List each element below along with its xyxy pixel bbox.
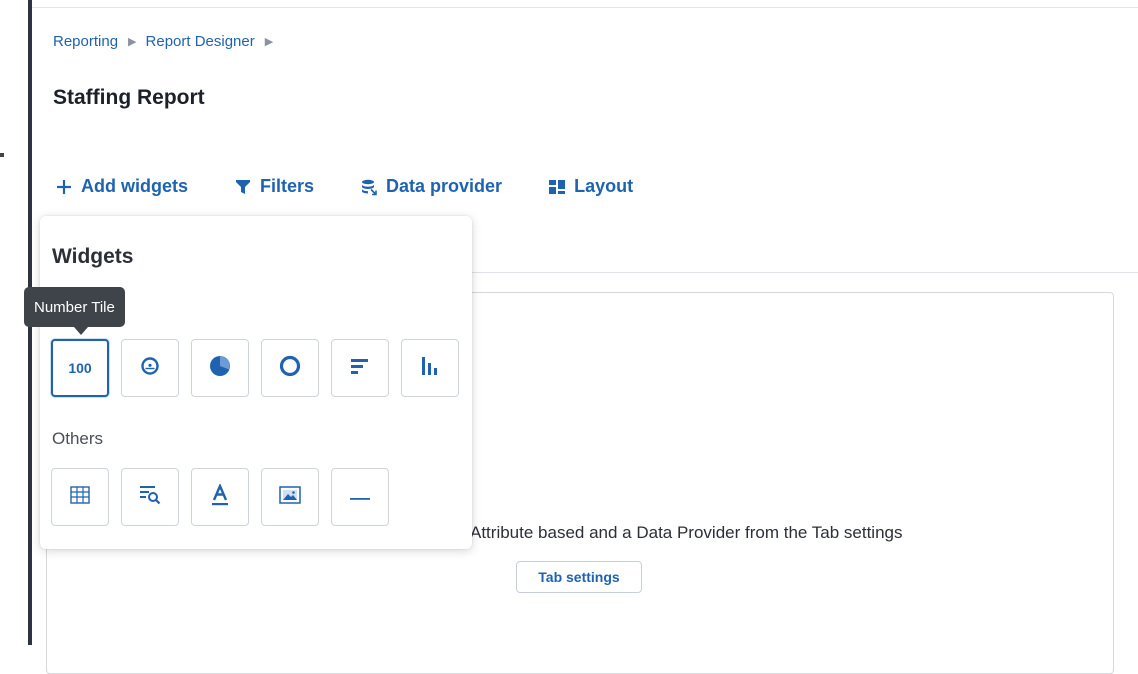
image-icon xyxy=(279,485,301,509)
designer-toolbar: Add widgets Filters Data provider Layout xyxy=(55,176,633,197)
widgets-panel-title: Widgets xyxy=(52,245,134,268)
image-widget[interactable] xyxy=(261,468,319,526)
breadcrumb-separator-icon: ▶ xyxy=(128,36,137,48)
search-list-icon xyxy=(139,485,161,510)
breadcrumb-report-designer[interactable]: Report Designer xyxy=(146,33,255,50)
toolbar-divider xyxy=(470,272,1138,273)
tab-settings-button[interactable]: Tab settings xyxy=(516,561,642,593)
pie-chart-icon xyxy=(209,355,231,382)
filters-label: Filters xyxy=(260,176,315,196)
add-widgets-button[interactable]: Add widgets xyxy=(55,176,188,197)
breadcrumb-separator-icon: ▶ xyxy=(264,36,274,48)
number-tile-value: 100 xyxy=(68,360,92,376)
edge-marker xyxy=(0,153,4,157)
others-section-label: Others xyxy=(52,429,104,448)
data-provider-label: Data provider xyxy=(386,176,503,196)
tooltip-arrow xyxy=(74,327,88,335)
layout-label: Layout xyxy=(574,176,634,196)
number-tile-widget[interactable]: 100 xyxy=(51,339,109,397)
add-widgets-label: Add widgets xyxy=(81,176,188,196)
layout-grid-icon xyxy=(548,178,566,196)
page-title: Staffing Report xyxy=(53,86,205,109)
other-widgets-row xyxy=(51,468,401,526)
top-edge-rule xyxy=(32,7,1138,8)
breadcrumb-reporting[interactable]: Reporting xyxy=(53,33,118,50)
number-tile-tooltip: Number Tile xyxy=(24,287,125,327)
table-widget[interactable] xyxy=(51,468,109,526)
widgets-panel: Widgets 100 Others xyxy=(40,216,472,549)
filter-icon xyxy=(234,178,252,196)
gauge-widget[interactable] xyxy=(121,339,179,397)
plus-icon xyxy=(55,178,73,196)
vertical-bar-chart-widget[interactable] xyxy=(401,339,459,397)
chart-widgets-row: 100 xyxy=(51,339,471,397)
divider-line-widget[interactable] xyxy=(331,468,389,526)
layout-button[interactable]: Layout xyxy=(548,176,633,197)
pie-chart-widget[interactable] xyxy=(191,339,249,397)
vertical-bar-chart-icon xyxy=(420,356,440,381)
gauge-icon xyxy=(140,356,160,381)
horizontal-bar-chart-widget[interactable] xyxy=(331,339,389,397)
horizontal-bar-chart-icon xyxy=(350,357,370,380)
table-icon xyxy=(70,485,90,509)
horizontal-line-icon xyxy=(349,488,371,506)
data-provider-button[interactable]: Data provider xyxy=(360,176,502,197)
filters-button[interactable]: Filters xyxy=(234,176,314,197)
donut-chart-widget[interactable] xyxy=(261,339,319,397)
database-icon xyxy=(360,178,378,196)
text-format-icon xyxy=(210,482,230,511)
empty-canvas-message: Attribute based and a Data Provider from… xyxy=(470,523,903,542)
donut-chart-icon xyxy=(279,355,301,382)
text-widget[interactable] xyxy=(191,468,249,526)
search-list-widget[interactable] xyxy=(121,468,179,526)
breadcrumb: Reporting ▶ Report Designer ▶ xyxy=(53,33,282,50)
